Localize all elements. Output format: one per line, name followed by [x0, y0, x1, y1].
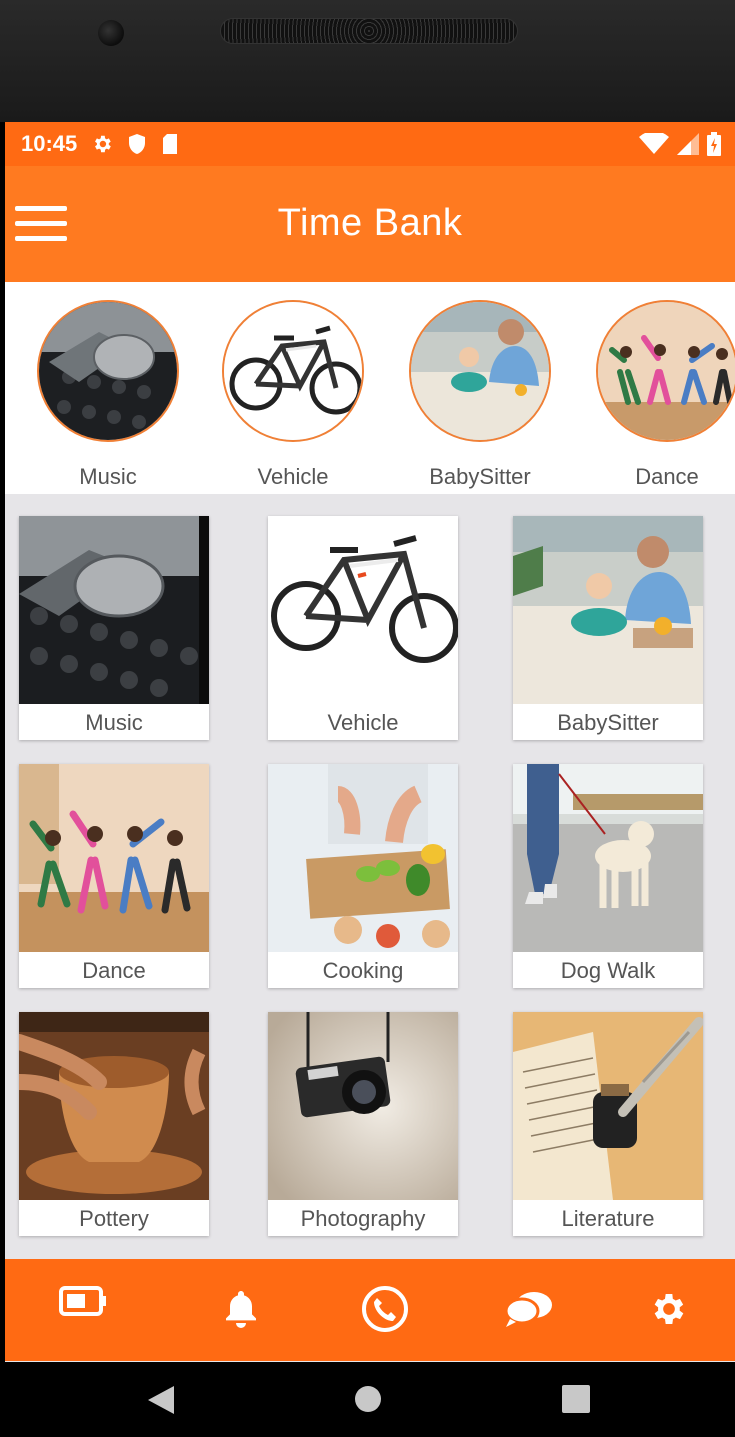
recents-icon[interactable]: [561, 1384, 591, 1414]
category-circle-label: Dance: [635, 464, 699, 489]
music-image: [19, 516, 209, 704]
card-label: Literature: [561, 1206, 655, 1231]
home-icon[interactable]: [353, 1384, 383, 1414]
category-circle-label: Vehicle: [257, 464, 329, 489]
card-label: Dance: [82, 958, 146, 983]
music-thumbnail: [37, 300, 179, 442]
category-circle-dance[interactable]: Dance: [587, 300, 735, 490]
speaker-grille: [220, 18, 518, 44]
status-time: 10:45: [21, 131, 78, 156]
card-literature[interactable]: Literature: [513, 1012, 703, 1236]
dance-image: [19, 764, 209, 952]
shield-icon: [127, 133, 147, 155]
dog-walk-image: [513, 764, 703, 952]
card-label: BabySitter: [557, 710, 659, 735]
babysitter-thumbnail: [409, 300, 551, 442]
signal-icon: [677, 133, 699, 155]
category-carousel[interactable]: Music Vehicle BabySitter Dance: [5, 282, 735, 494]
bell-icon[interactable]: [211, 1281, 271, 1337]
card-babysitter[interactable]: BabySitter: [513, 516, 703, 740]
page-title: Time Bank: [277, 202, 463, 244]
card-cooking[interactable]: Cooking: [268, 764, 458, 988]
card-label: Cooking: [322, 958, 404, 983]
battery-icon: [707, 132, 721, 156]
cooking-image: [268, 764, 458, 952]
photography-image: [268, 1012, 458, 1200]
dance-thumbnail: [596, 300, 735, 442]
card-label: Music: [85, 710, 143, 735]
app-screen: 10:45 Time Bank Music Vehicle BabySitter…: [5, 122, 735, 1362]
babysitter-image: [513, 516, 703, 704]
vehicle-image: [268, 516, 458, 704]
category-circle-label: BabySitter: [429, 464, 531, 489]
pottery-image: [19, 1012, 209, 1200]
card-dog-walk[interactable]: Dog Walk: [513, 764, 703, 988]
wifi-icon: [639, 133, 669, 155]
bottom-nav: [5, 1259, 735, 1361]
camera-icon: [98, 20, 124, 46]
app-bar: Time Bank: [5, 166, 735, 282]
system-nav-bar: [0, 1362, 735, 1437]
card-pottery[interactable]: Pottery: [19, 1012, 209, 1236]
card-photography[interactable]: Photography: [268, 1012, 458, 1236]
gear-icon: [91, 133, 113, 155]
vehicle-thumbnail: [222, 300, 364, 442]
card-label: Dog Walk: [560, 958, 656, 983]
sd-card-icon: [161, 133, 179, 155]
chat-icon[interactable]: [499, 1281, 559, 1337]
category-circle-babysitter[interactable]: BabySitter: [400, 300, 560, 490]
card-label: Photography: [300, 1206, 426, 1231]
card-vehicle[interactable]: Vehicle: [268, 516, 458, 740]
card-dance[interactable]: Dance: [19, 764, 209, 988]
category-circle-music[interactable]: Music: [28, 300, 188, 490]
literature-image: [513, 1012, 703, 1200]
category-circle-label: Music: [79, 464, 137, 489]
phone-icon[interactable]: [355, 1281, 415, 1337]
card-label: Pottery: [79, 1206, 149, 1231]
back-icon[interactable]: [146, 1384, 176, 1416]
wallet-icon[interactable]: [53, 1273, 113, 1329]
card-music[interactable]: Music: [19, 516, 209, 740]
phone-bezel: [0, 0, 735, 122]
category-circle-vehicle[interactable]: Vehicle: [213, 300, 373, 490]
gear-icon[interactable]: [639, 1281, 699, 1337]
status-bar: 10:45: [5, 122, 735, 166]
card-label: Vehicle: [327, 710, 399, 735]
